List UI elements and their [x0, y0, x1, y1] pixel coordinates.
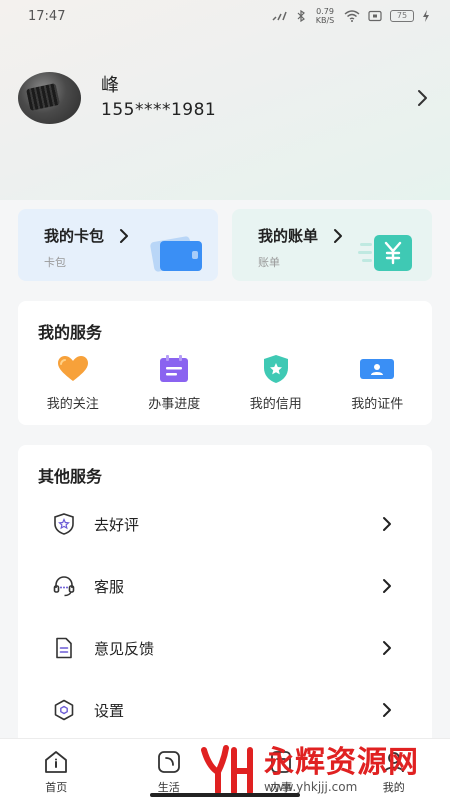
status-time: 17:47	[28, 8, 66, 24]
home-icon	[45, 751, 68, 773]
tab-home[interactable]: 首页	[16, 749, 96, 800]
battery-indicator: 75	[390, 10, 414, 22]
service-label: 办事进度	[148, 397, 201, 412]
list-item-feedback[interactable]: 意见反馈	[18, 617, 432, 679]
watermark-title: 永辉资源网	[264, 745, 419, 780]
chevron-right-icon	[120, 228, 129, 243]
my-services-panel: 我的服务 我的关注 办事进度 我的信用 我的证件	[18, 301, 432, 425]
yuan-bill-icon	[358, 235, 412, 271]
service-my-documents[interactable]: 我的证件	[332, 355, 422, 412]
avatar[interactable]	[18, 72, 81, 124]
service-label: 我的证件	[351, 397, 404, 412]
watermark-text-block: 永辉资源网 www.yhkjjj.com	[264, 745, 419, 795]
headset-icon	[53, 576, 75, 597]
shield-star-outline-icon	[54, 513, 74, 535]
service-label: 我的关注	[46, 397, 99, 412]
chevron-right-icon	[334, 228, 343, 243]
chevron-right-icon	[383, 579, 391, 593]
heart-icon	[57, 356, 88, 381]
my-services-title: 我的服务	[38, 323, 103, 342]
chevron-right-icon	[383, 641, 391, 655]
tab-label: 首页	[45, 781, 68, 794]
charging-icon	[423, 10, 429, 22]
profile-row[interactable]: 峰 155****1981	[18, 70, 438, 126]
status-bar: 17:47 0.79 KB/S 75	[0, 0, 450, 32]
wifi-icon	[344, 10, 360, 22]
wallet-icon	[150, 236, 202, 272]
chevron-right-icon	[383, 703, 391, 717]
bluetooth-icon	[297, 10, 305, 22]
chevron-right-icon[interactable]	[410, 86, 434, 110]
hexagon-settings-icon	[54, 699, 74, 721]
list-item-rate-us[interactable]: 去好评	[18, 493, 432, 555]
list-item-label: 客服	[94, 577, 125, 596]
other-services-title: 其他服务	[38, 467, 103, 486]
bill-card-title: 我的账单	[258, 227, 319, 245]
list-item-label: 去好评	[94, 515, 140, 534]
calendar-icon	[160, 355, 189, 382]
home-indicator[interactable]	[150, 793, 300, 797]
watermark-logo-icon	[201, 745, 253, 795]
watermark-url: www.yhkjjj.com	[264, 780, 358, 794]
wallet-card-title: 我的卡包	[44, 227, 105, 245]
document-icon	[56, 637, 72, 659]
list-item-customer-service[interactable]: 客服	[18, 555, 432, 617]
watermark: 永辉资源网 www.yhkjjj.com	[200, 740, 450, 800]
service-progress[interactable]: 办事进度	[129, 355, 219, 412]
id-card-icon	[360, 359, 395, 379]
list-item-label: 设置	[94, 701, 125, 720]
network-speed: 0.79 KB/S	[315, 7, 335, 25]
other-services-panel: 其他服务 去好评 客服 意见反馈 设置	[18, 445, 432, 745]
status-icons: 0.79 KB/S 75	[272, 7, 430, 25]
chevron-right-icon	[383, 517, 391, 531]
bill-card[interactable]: 我的账单 账单	[232, 209, 432, 281]
profile-name: 峰	[101, 75, 119, 96]
life-icon	[157, 751, 180, 773]
shield-star-icon	[263, 355, 288, 383]
screen-icon	[368, 10, 382, 22]
profile-phone: 155****1981	[101, 100, 217, 120]
wallet-card[interactable]: 我的卡包 卡包	[18, 209, 218, 281]
service-my-credit[interactable]: 我的信用	[231, 355, 321, 412]
signal-icon	[272, 11, 287, 21]
my-services-grid: 我的关注 办事进度 我的信用 我的证件	[18, 355, 432, 412]
list-item-label: 意见反馈	[94, 639, 155, 658]
profile-info: 峰 155****1981	[101, 74, 410, 122]
service-my-follows[interactable]: 我的关注	[28, 355, 118, 412]
list-item-settings[interactable]: 设置	[18, 679, 432, 741]
service-label: 我的信用	[249, 397, 302, 412]
